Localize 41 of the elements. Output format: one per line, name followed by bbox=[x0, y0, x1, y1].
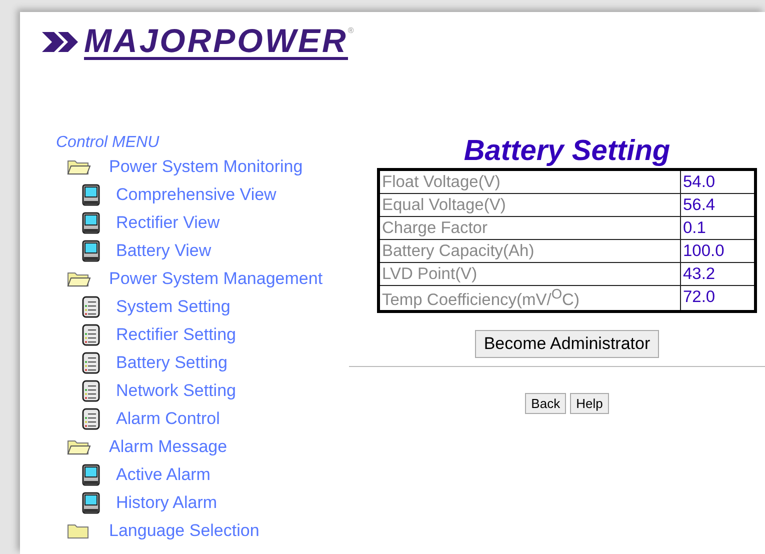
folder-icon bbox=[67, 522, 91, 540]
setting-name-cell: Battery Capacity(Ah) bbox=[378, 240, 680, 262]
list-icon bbox=[82, 380, 100, 402]
setting-name-cell: Float Voltage(V) bbox=[378, 170, 680, 194]
setting-name-cell: Charge Factor bbox=[378, 216, 680, 240]
setting-name-cell: LVD Point(V) bbox=[378, 262, 680, 286]
menu-link[interactable]: System Setting bbox=[116, 297, 230, 317]
monitor-icon bbox=[82, 240, 100, 262]
menu-link[interactable]: Rectifier Setting bbox=[116, 325, 236, 345]
open-folder-icon bbox=[67, 158, 91, 176]
menu-link[interactable]: Rectifier View bbox=[116, 213, 220, 233]
menu-link[interactable]: Active Alarm bbox=[116, 465, 210, 485]
open-folder-icon bbox=[67, 438, 91, 456]
menu-link[interactable]: Alarm Control bbox=[116, 409, 220, 429]
menu-link[interactable]: Power System Monitoring bbox=[109, 157, 303, 177]
list-icon bbox=[82, 296, 100, 318]
monitor-icon bbox=[82, 464, 100, 486]
menu-link[interactable]: History Alarm bbox=[116, 493, 218, 513]
nav-button[interactable]: Help bbox=[570, 392, 609, 414]
menu-link[interactable]: Battery View bbox=[116, 241, 212, 261]
menu-link[interactable]: Power System Management bbox=[109, 269, 323, 289]
menu-link[interactable]: Network Setting bbox=[116, 381, 236, 401]
menu-link[interactable]: Comprehensive View bbox=[116, 185, 276, 205]
nav-button[interactable]: Back bbox=[525, 392, 566, 414]
chevron-logo-icon bbox=[40, 30, 80, 54]
menu-title: Control MENU bbox=[56, 134, 160, 153]
menu-link[interactable]: Battery Setting bbox=[116, 353, 228, 373]
registered-mark: ® bbox=[348, 26, 354, 35]
list-icon bbox=[82, 408, 100, 430]
page-title: Battery Setting bbox=[464, 134, 670, 168]
menu-link[interactable]: Alarm Message bbox=[109, 437, 228, 457]
open-folder-icon bbox=[67, 270, 91, 288]
menu-link[interactable]: Language Selection bbox=[109, 521, 260, 541]
brand-logo: MAJORPOWER bbox=[84, 24, 348, 60]
monitor-icon bbox=[82, 492, 100, 514]
setting-name-cell: Equal Voltage(V) bbox=[378, 194, 680, 216]
list-icon bbox=[82, 324, 100, 346]
list-icon bbox=[82, 352, 100, 374]
monitor-icon bbox=[82, 212, 100, 234]
monitor-icon bbox=[82, 184, 100, 206]
become-administrator-button[interactable]: Become Administrator bbox=[474, 330, 660, 358]
